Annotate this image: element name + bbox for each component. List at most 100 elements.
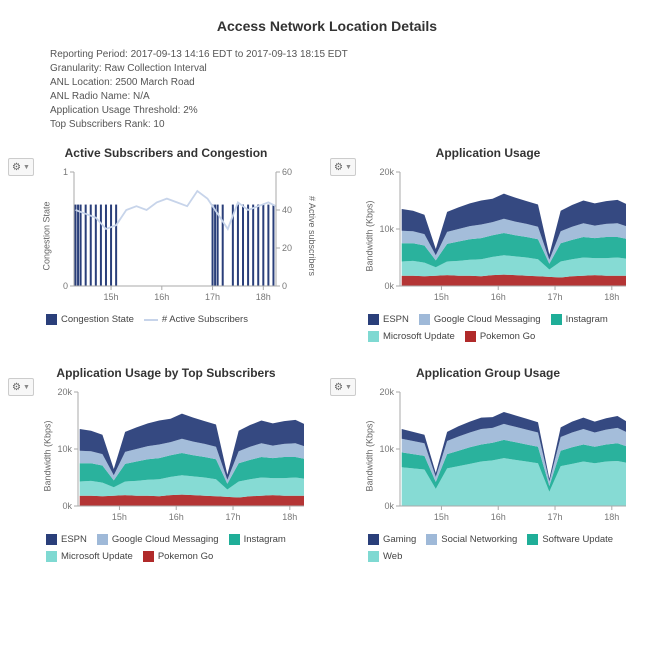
legend-swatch <box>46 551 57 562</box>
svg-text:20k: 20k <box>379 387 394 397</box>
legend-item[interactable]: ESPN <box>368 314 409 325</box>
legend-swatch <box>97 534 108 545</box>
legend: Gaming Social Networking Software Update We… <box>368 534 644 562</box>
svg-text:15h: 15h <box>104 292 119 302</box>
legend-item[interactable]: Instagram <box>551 314 608 325</box>
meta-line: ANL Location: 2500 March Road <box>50 76 644 90</box>
legend-swatch <box>368 331 379 342</box>
legend-item[interactable]: Microsoft Update <box>46 551 133 562</box>
panel-application-group-usage: ⚙▼ Application Group Usage Bandwidth (Kb… <box>332 362 644 562</box>
legend-label: Instagram <box>566 314 608 325</box>
chevron-down-icon: ▼ <box>23 164 30 171</box>
legend-item[interactable]: # Active Subscribers <box>144 314 248 325</box>
legend-item[interactable]: Pokemon Go <box>465 331 535 342</box>
svg-text:60: 60 <box>282 167 292 177</box>
panel-title: Application Usage <box>332 146 644 160</box>
legend: Congestion State # Active Subscribers <box>46 314 322 325</box>
legend-item[interactable]: Social Networking <box>426 534 517 545</box>
y-axis-label: Bandwidth (Kbps) <box>365 420 375 491</box>
legend-swatch <box>46 534 57 545</box>
svg-text:0k: 0k <box>384 281 394 291</box>
legend-swatch <box>144 319 158 321</box>
gear-icon: ⚙ <box>334 382 343 393</box>
legend-item[interactable]: Software Update <box>527 534 613 545</box>
legend-item[interactable]: Instagram <box>229 534 286 545</box>
chart-svg: 15h16h17h18h0k10k20k <box>372 166 632 306</box>
svg-text:15h: 15h <box>434 512 449 522</box>
svg-text:0k: 0k <box>62 501 72 511</box>
legend-label: Google Cloud Messaging <box>112 534 219 545</box>
chart-svg: 15h16h17h18h010204060 <box>50 166 300 306</box>
svg-text:17h: 17h <box>205 292 220 302</box>
panel-settings-button[interactable]: ⚙▼ <box>330 158 356 176</box>
legend: ESPN Google Cloud Messaging Instagram Micro… <box>46 534 322 562</box>
svg-text:10k: 10k <box>57 444 72 454</box>
legend-swatch <box>419 314 430 325</box>
legend-item[interactable]: ESPN <box>46 534 87 545</box>
legend-label: ESPN <box>383 314 409 325</box>
page-title: Access Network Location Details <box>10 18 644 34</box>
legend-item[interactable]: Web <box>368 551 402 562</box>
svg-text:20: 20 <box>282 243 292 253</box>
svg-text:15h: 15h <box>434 292 449 302</box>
panel-application-usage: ⚙▼ Application Usage Bandwidth (Kbps) 15… <box>332 142 644 342</box>
svg-text:18h: 18h <box>256 292 271 302</box>
meta-line: Granularity: Raw Collection Interval <box>50 62 644 76</box>
y-axis-label-left: Congestion State <box>42 201 52 270</box>
legend-item[interactable]: Congestion State <box>46 314 134 325</box>
legend-item[interactable]: Microsoft Update <box>368 331 455 342</box>
y-axis-label: Bandwidth (Kbps) <box>365 200 375 271</box>
y-axis-label-right: # Active subscribers <box>307 196 317 276</box>
panel-settings-button[interactable]: ⚙▼ <box>8 158 34 176</box>
legend-label: Software Update <box>542 534 613 545</box>
legend-swatch <box>527 534 538 545</box>
legend-label: Instagram <box>244 534 286 545</box>
svg-text:0: 0 <box>63 281 68 291</box>
legend-swatch <box>46 314 57 325</box>
svg-text:15h: 15h <box>112 512 127 522</box>
panel-title: Active Subscribers and Congestion <box>10 146 322 160</box>
chevron-down-icon: ▼ <box>23 384 30 391</box>
legend: ESPN Google Cloud Messaging Instagram Micro… <box>368 314 644 342</box>
panel-title: Application Usage by Top Subscribers <box>10 366 322 380</box>
legend-swatch <box>229 534 240 545</box>
svg-text:18h: 18h <box>604 292 619 302</box>
legend-item[interactable]: Google Cloud Messaging <box>419 314 541 325</box>
legend-item[interactable]: Gaming <box>368 534 416 545</box>
panel-settings-button[interactable]: ⚙▼ <box>8 378 34 396</box>
legend-label: Congestion State <box>61 314 134 325</box>
legend-label: Gaming <box>383 534 416 545</box>
gear-icon: ⚙ <box>12 162 21 173</box>
meta-line: Reporting Period: 2017-09-13 14:16 EDT t… <box>50 48 644 62</box>
svg-text:40: 40 <box>282 205 292 215</box>
svg-text:10k: 10k <box>379 444 394 454</box>
legend-swatch <box>426 534 437 545</box>
legend-label: Web <box>383 551 402 562</box>
legend-swatch <box>143 551 154 562</box>
legend-swatch <box>368 314 379 325</box>
chevron-down-icon: ▼ <box>345 164 352 171</box>
svg-text:18h: 18h <box>282 512 297 522</box>
legend-item[interactable]: Google Cloud Messaging <box>97 534 219 545</box>
chevron-down-icon: ▼ <box>345 384 352 391</box>
legend-label: # Active Subscribers <box>162 314 248 325</box>
legend-label: Social Networking <box>441 534 517 545</box>
panel-usage-by-top-subscribers: ⚙▼ Application Usage by Top Subscribers … <box>10 362 322 562</box>
svg-text:20k: 20k <box>379 167 394 177</box>
svg-text:10k: 10k <box>379 224 394 234</box>
chart-svg: 15h 16h 17h 18h 0k 10k 20k <box>372 386 632 526</box>
panel-settings-button[interactable]: ⚙▼ <box>330 378 356 396</box>
legend-label: Microsoft Update <box>61 551 133 562</box>
svg-text:18h: 18h <box>604 512 619 522</box>
legend-label: Google Cloud Messaging <box>434 314 541 325</box>
svg-text:16h: 16h <box>154 292 169 302</box>
legend-item[interactable]: Pokemon Go <box>143 551 213 562</box>
svg-text:16h: 16h <box>491 512 506 522</box>
legend-swatch <box>465 331 476 342</box>
meta-line: Top Subscribers Rank: 10 <box>50 118 644 132</box>
svg-text:17h: 17h <box>548 512 563 522</box>
panel-active-subscribers: ⚙▼ Active Subscribers and Congestion Con… <box>10 142 322 342</box>
meta-line: ANL Radio Name: N/A <box>50 90 644 104</box>
svg-text:0k: 0k <box>384 501 394 511</box>
gear-icon: ⚙ <box>12 382 21 393</box>
